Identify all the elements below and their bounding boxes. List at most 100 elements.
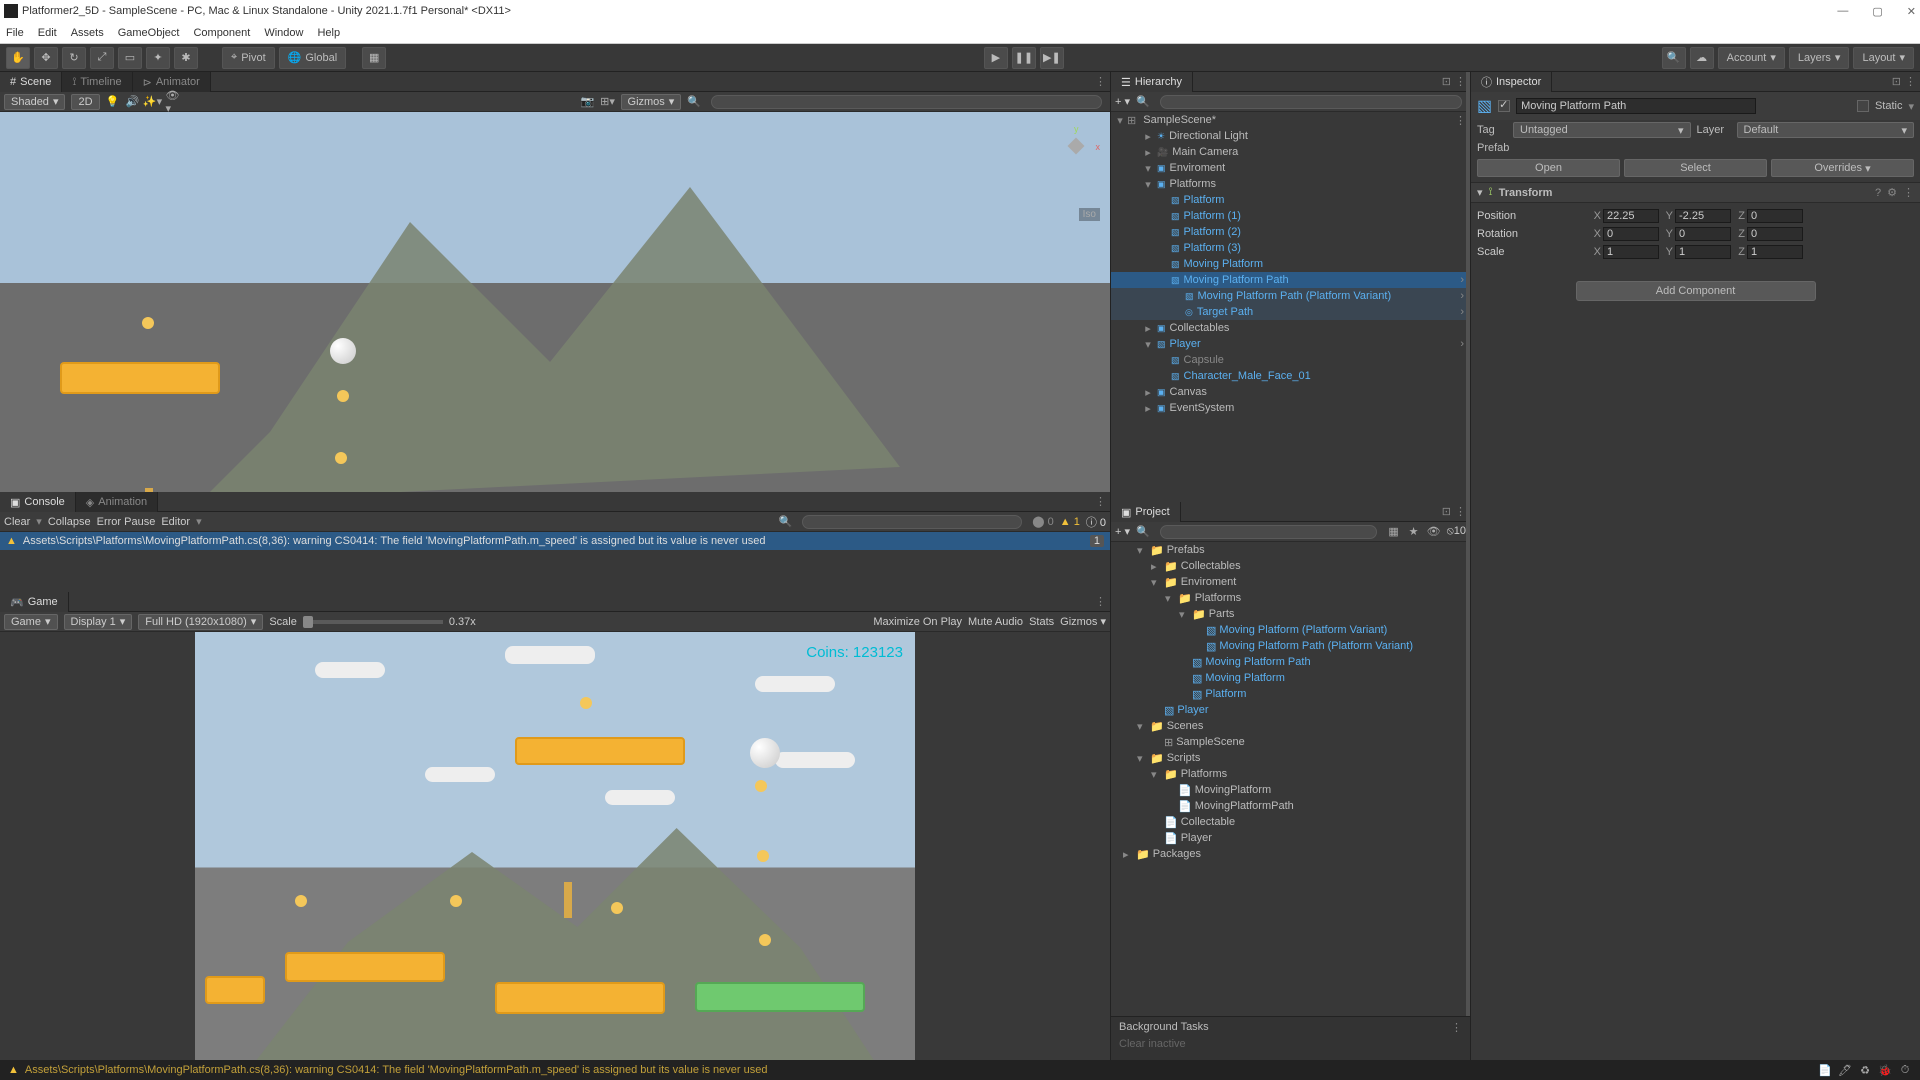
camera-icon[interactable]: 📷	[581, 95, 595, 109]
tab-project[interactable]: ▣ Project	[1111, 502, 1181, 522]
hierarchy-item[interactable]: ▸▣ Collectables	[1111, 320, 1470, 336]
project-item[interactable]: ▾📁 Scenes	[1111, 718, 1470, 734]
name-field[interactable]	[1516, 98, 1756, 114]
info-count[interactable]: ⓘ 0	[1086, 514, 1106, 530]
hierarchy-item[interactable]: ▸▣ EventSystem	[1111, 400, 1470, 416]
hidden-icon[interactable]: 👁	[1427, 525, 1441, 539]
snap-icon[interactable]: ⊞▾	[601, 95, 615, 109]
clear-inactive-button[interactable]: Clear inactive	[1119, 1038, 1462, 1050]
hierarchy-item[interactable]: ▧ Platform (1)	[1111, 208, 1470, 224]
panel-menu-icon[interactable]: ⋮	[1095, 495, 1106, 508]
prefab-select-button[interactable]: Select	[1624, 159, 1767, 177]
hierarchy-item[interactable]: ▾▣ Enviroment	[1111, 160, 1470, 176]
errorpause-button[interactable]: Error Pause	[97, 516, 156, 528]
project-item[interactable]: ▾📁 Platforms	[1111, 766, 1470, 782]
tab-game[interactable]: 🎮 Game	[0, 592, 69, 612]
tab-inspector[interactable]: ⓘ Inspector	[1471, 72, 1552, 92]
project-item[interactable]: ▧ Moving Platform Path	[1111, 654, 1470, 670]
pause-button[interactable]: ❚❚	[1012, 47, 1036, 69]
status-icon-2[interactable]: 🖊	[1838, 1063, 1852, 1077]
maximize-toggle[interactable]: Maximize On Play	[873, 616, 962, 628]
panel-menu-icon[interactable]: ⋮	[1455, 505, 1466, 518]
project-item[interactable]: ▧ Player	[1111, 702, 1470, 718]
scene-view[interactable]: y x Iso	[0, 112, 1110, 492]
hand-tool-button[interactable]: ✋	[6, 47, 30, 69]
orientation-gizmo[interactable]: y x	[1052, 122, 1100, 170]
project-item[interactable]: ▾📁 Enviroment	[1111, 574, 1470, 590]
rotation-x[interactable]	[1603, 227, 1659, 241]
rotate-tool-button[interactable]: ↻	[62, 47, 86, 69]
project-item[interactable]: ▧ Moving Platform (Platform Variant)	[1111, 622, 1470, 638]
custom-tool-button[interactable]: ✱	[174, 47, 198, 69]
filter-icon[interactable]: ▦	[1387, 525, 1401, 539]
editor-dropdown[interactable]: Editor	[161, 516, 190, 528]
project-item[interactable]: ⊞ SampleScene	[1111, 734, 1470, 750]
pivot-toggle[interactable]: ⌖ Pivot	[222, 47, 275, 69]
status-icon-4[interactable]: 🐞	[1878, 1063, 1892, 1077]
panel-menu-icon[interactable]: ⋮	[1451, 1021, 1462, 1034]
step-button[interactable]: ▶❚	[1040, 47, 1064, 69]
prefab-open-button[interactable]: Open	[1477, 159, 1620, 177]
2d-toggle[interactable]: 2D	[71, 94, 99, 110]
hierarchy-item[interactable]: ◎ Target Path›	[1111, 304, 1470, 320]
status-warning[interactable]: Assets\Scripts\Platforms\MovingPlatformP…	[25, 1064, 768, 1076]
hierarchy-item[interactable]: ▸🎥 Main Camera	[1111, 144, 1470, 160]
project-item[interactable]: ▾📁 Prefabs	[1111, 542, 1470, 558]
hierarchy-item[interactable]: ▧ Character_Male_Face_01	[1111, 368, 1470, 384]
add-component-button[interactable]: Add Component	[1576, 281, 1816, 301]
console-search[interactable]	[802, 515, 1022, 529]
grid-snap-button[interactable]: ▦	[362, 47, 386, 69]
search-button[interactable]: 🔍	[1662, 47, 1686, 69]
light-icon[interactable]: 💡	[106, 95, 120, 109]
scale-x[interactable]	[1603, 245, 1659, 259]
preset-icon[interactable]: ⚙	[1887, 186, 1897, 199]
close-button[interactable]: ✕	[1907, 5, 1916, 18]
project-item[interactable]: 📄 Player	[1111, 830, 1470, 846]
shading-dropdown[interactable]: Shaded ▾	[4, 94, 65, 110]
project-item[interactable]: ▸📁 Collectables	[1111, 558, 1470, 574]
account-dropdown[interactable]: Account ▾	[1718, 47, 1785, 69]
status-icon-1[interactable]: 📄	[1818, 1063, 1832, 1077]
panel-menu-icon[interactable]: ⋮	[1095, 75, 1106, 88]
menu-component[interactable]: Component	[193, 27, 250, 39]
game-gizmos-dropdown[interactable]: Gizmos ▾	[1060, 615, 1106, 628]
panel-lock-icon[interactable]: ⊡	[1442, 505, 1451, 518]
hierarchy-item[interactable]: ▾▧ Player›	[1111, 336, 1470, 352]
hierarchy-item[interactable]: ▧ Platform	[1111, 192, 1470, 208]
fav-icon[interactable]: ★	[1407, 525, 1421, 539]
hierarchy-item[interactable]: ▧ Moving Platform	[1111, 256, 1470, 272]
project-search[interactable]	[1160, 525, 1377, 539]
scale-slider[interactable]	[303, 620, 443, 624]
mute-toggle[interactable]: Mute Audio	[968, 616, 1023, 628]
transform-tool-button[interactable]: ✦	[146, 47, 170, 69]
hierarchy-item[interactable]: ▸☀ Directional Light	[1111, 128, 1470, 144]
project-item[interactable]: ▧ Moving Platform	[1111, 670, 1470, 686]
project-item[interactable]: 📄 MovingPlatformPath	[1111, 798, 1470, 814]
tab-scene[interactable]: # Scene	[0, 72, 62, 92]
move-tool-button[interactable]: ✥	[34, 47, 58, 69]
position-y[interactable]	[1675, 209, 1731, 223]
gizmos-dropdown[interactable]: Gizmos ▾	[621, 94, 682, 110]
clear-button[interactable]: Clear	[4, 516, 30, 528]
transform-component[interactable]: ▾ ⟟ Transform ? ⚙ ⋮	[1471, 182, 1920, 203]
enabled-checkbox[interactable]	[1498, 100, 1510, 112]
project-item[interactable]: ▾📁 Platforms	[1111, 590, 1470, 606]
scale-tool-button[interactable]: ⤢	[90, 47, 114, 69]
audio-icon[interactable]: 🔊	[126, 95, 140, 109]
panel-lock-icon[interactable]: ⊡	[1892, 75, 1901, 88]
status-icon-5[interactable]: ⏱	[1898, 1063, 1912, 1077]
panel-menu-icon[interactable]: ⋮	[1455, 75, 1466, 88]
warn-count[interactable]: ▲ 1	[1060, 516, 1080, 528]
project-item[interactable]: 📄 Collectable	[1111, 814, 1470, 830]
hierarchy-item[interactable]: ▧ Moving Platform Path›	[1111, 272, 1470, 288]
tab-hierarchy[interactable]: ☰ Hierarchy	[1111, 72, 1193, 92]
scale-z[interactable]	[1747, 245, 1803, 259]
console-message[interactable]: ▲ Assets\Scripts\Platforms\MovingPlatfor…	[0, 532, 1110, 550]
create-dropdown[interactable]: + ▾	[1115, 95, 1130, 108]
project-item[interactable]: ▧ Moving Platform Path (Platform Variant…	[1111, 638, 1470, 654]
component-menu-icon[interactable]: ⋮	[1903, 186, 1914, 199]
game-mode-dropdown[interactable]: Game ▾	[4, 614, 58, 630]
display-dropdown[interactable]: Display 1 ▾	[64, 614, 133, 630]
game-view[interactable]: Coins: 123123	[0, 632, 1110, 1060]
cloud-button[interactable]: ☁	[1690, 47, 1714, 69]
